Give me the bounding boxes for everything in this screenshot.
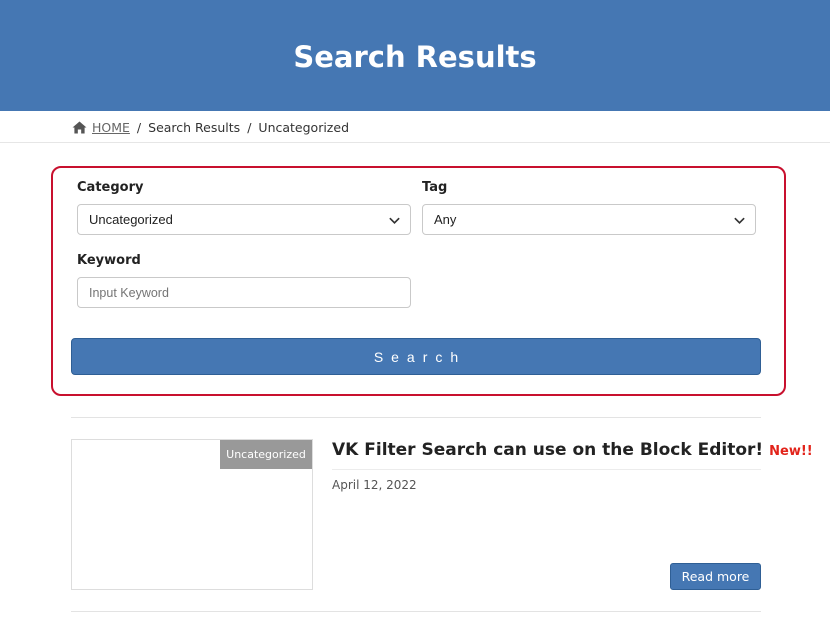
new-label: New!! <box>769 444 813 459</box>
keyword-input[interactable]: Input Keyword <box>77 277 411 308</box>
divider <box>71 611 761 612</box>
breadcrumb-separator: / <box>247 120 252 135</box>
breadcrumb-item-current: Uncategorized <box>258 120 349 135</box>
category-badge[interactable]: Uncategorized <box>220 440 312 469</box>
breadcrumb: HOME / Search Results / Uncategorized <box>72 120 349 135</box>
breadcrumb-item-search-results: Search Results <box>148 120 241 135</box>
search-button[interactable]: Search <box>71 338 761 375</box>
post-title[interactable]: VK Filter Search can use on the Block Ed… <box>332 440 813 460</box>
page-header: Search Results <box>0 0 830 111</box>
breadcrumb-separator: / <box>136 120 142 135</box>
tag-select[interactable]: Any <box>422 204 756 235</box>
chevron-down-icon <box>734 217 745 225</box>
breadcrumb-home-link[interactable]: HOME <box>92 120 130 135</box>
title-divider <box>332 469 761 470</box>
breadcrumb-bar: HOME / Search Results / Uncategorized <box>0 111 830 143</box>
category-select[interactable]: Uncategorized <box>77 204 411 235</box>
keyword-label: Keyword <box>77 253 141 268</box>
post-date: April 12, 2022 <box>332 478 417 492</box>
page-title: Search Results <box>293 39 537 74</box>
home-icon <box>72 121 87 134</box>
post-thumbnail[interactable]: Uncategorized <box>71 439 313 590</box>
category-label: Category <box>77 180 144 195</box>
divider <box>71 417 761 418</box>
read-more-button[interactable]: Read more <box>670 563 761 590</box>
category-select-value: Uncategorized <box>89 212 173 227</box>
tag-label: Tag <box>422 180 448 195</box>
tag-select-value: Any <box>434 212 457 227</box>
chevron-down-icon <box>389 217 400 225</box>
post-title-text[interactable]: VK Filter Search can use on the Block Ed… <box>332 440 763 460</box>
keyword-input-placeholder: Input Keyword <box>89 285 169 300</box>
